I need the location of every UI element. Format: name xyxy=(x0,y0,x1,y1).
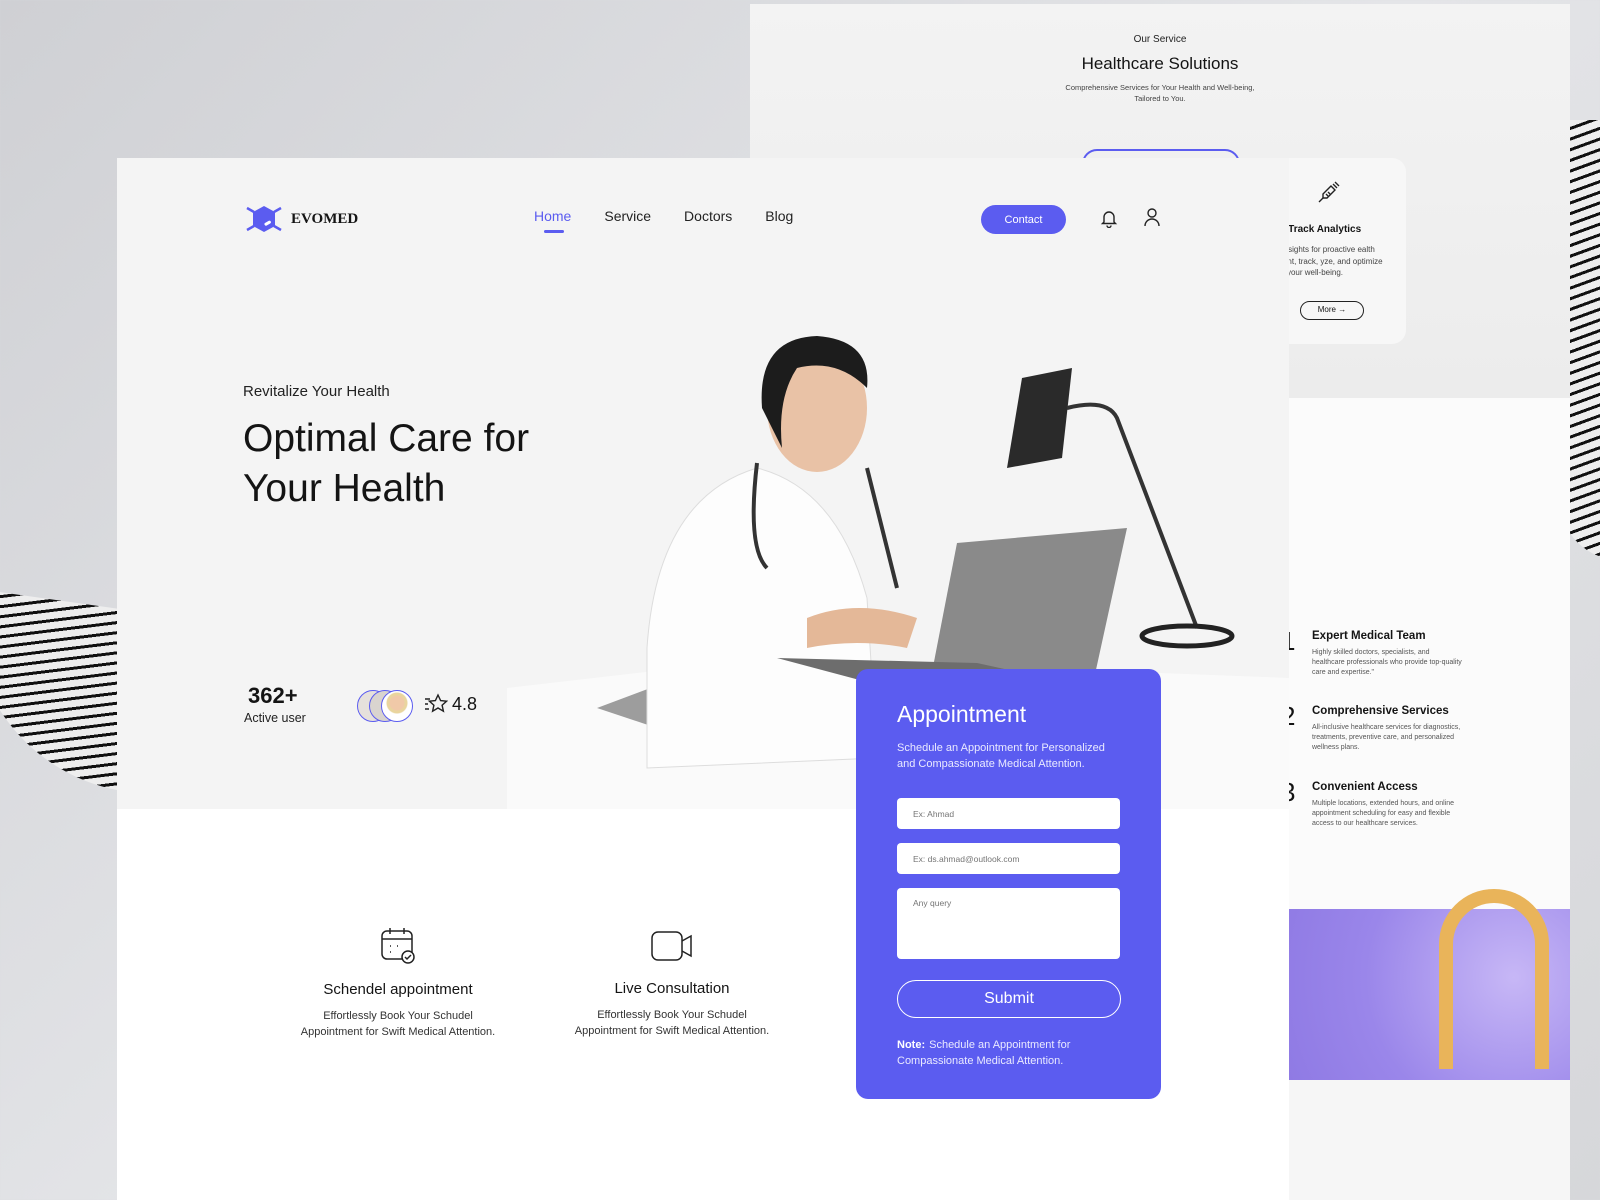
item-title: Expert Medical Team xyxy=(1312,630,1426,642)
stat-label: Active user xyxy=(244,711,306,725)
section-title: Healthcare Solutions xyxy=(1081,54,1239,73)
avatar xyxy=(381,690,413,722)
video-camera-icon xyxy=(651,931,692,961)
item-title: Convenient Access xyxy=(1312,781,1418,793)
email-input[interactable] xyxy=(897,843,1120,874)
stethoscope-image xyxy=(1289,889,1570,1080)
appointment-note: Note: Schedule an Appointment for Compass… xyxy=(897,1037,1120,1069)
section-eyebrow: Our Service xyxy=(1133,34,1187,45)
avatar-group xyxy=(357,690,417,724)
feature-title: Live Consultation xyxy=(614,980,730,997)
rating-value: 4.8 xyxy=(452,693,478,714)
note-label: Note: xyxy=(897,1039,926,1051)
landing-page: EVOMED Home Service Doctors Blog Contact… xyxy=(117,158,1289,1200)
appointment-title: Appointment xyxy=(897,701,1027,727)
item-title: Comprehensive Services xyxy=(1312,705,1449,717)
nav-home[interactable]: Home xyxy=(534,208,571,233)
active-users-stat: 362+ Active user xyxy=(244,683,306,727)
contact-button[interactable]: Contact xyxy=(981,205,1066,234)
brand-name: EVOMED xyxy=(291,210,359,227)
section-subtitle: Comprehensive Services for Your Health a… xyxy=(1065,83,1255,103)
user-icon[interactable] xyxy=(1142,207,1162,227)
feature-description: Effortlessly Book Your Schudel Appointme… xyxy=(300,1010,496,1038)
appointment-subtitle: Schedule an Appointment for Personalized… xyxy=(897,742,1105,770)
calendar-check-icon xyxy=(381,928,415,964)
nav-doctors[interactable]: Doctors xyxy=(684,208,732,224)
logo[interactable]: EVOMED xyxy=(245,204,358,234)
feature-live-consultation: Live Consultation Effortlessly Book Your… xyxy=(572,929,772,1039)
feature-description: Effortlessly Book Your Schudel Appointme… xyxy=(574,1009,770,1037)
star-icon xyxy=(425,693,448,713)
nav-blog[interactable]: Blog xyxy=(765,208,793,224)
stat-value: 362+ xyxy=(248,683,298,708)
why-choose-us-list: 1 Expert Medical Team Highly skilled doc… xyxy=(1281,398,1570,910)
item-description: All-inclusive healthcare services for di… xyxy=(1312,724,1461,751)
feature-schedule-appointment: Schendel appointment Effortlessly Book Y… xyxy=(298,926,498,1040)
syringe-icon xyxy=(1318,181,1340,203)
submit-button[interactable]: Submit xyxy=(897,980,1121,1018)
appointment-form: Appointment Schedule an Appointment for … xyxy=(856,669,1161,1099)
main-nav: Home Service Doctors Blog xyxy=(534,208,793,233)
item-description: Multiple locations, extended hours, and … xyxy=(1312,800,1455,827)
logo-hexagon-icon xyxy=(246,206,282,232)
feature-title: Schendel appointment xyxy=(323,981,473,998)
more-button[interactable]: More → xyxy=(1300,301,1364,320)
name-input[interactable] xyxy=(897,798,1120,829)
nav-service[interactable]: Service xyxy=(604,208,651,224)
hero-eyebrow: Revitalize Your Health xyxy=(243,383,390,400)
bell-icon[interactable] xyxy=(1099,208,1119,228)
rating: 4.8 xyxy=(424,693,477,715)
query-textarea[interactable] xyxy=(897,888,1120,959)
item-description: Highly skilled doctors, specialists, and… xyxy=(1312,649,1462,676)
